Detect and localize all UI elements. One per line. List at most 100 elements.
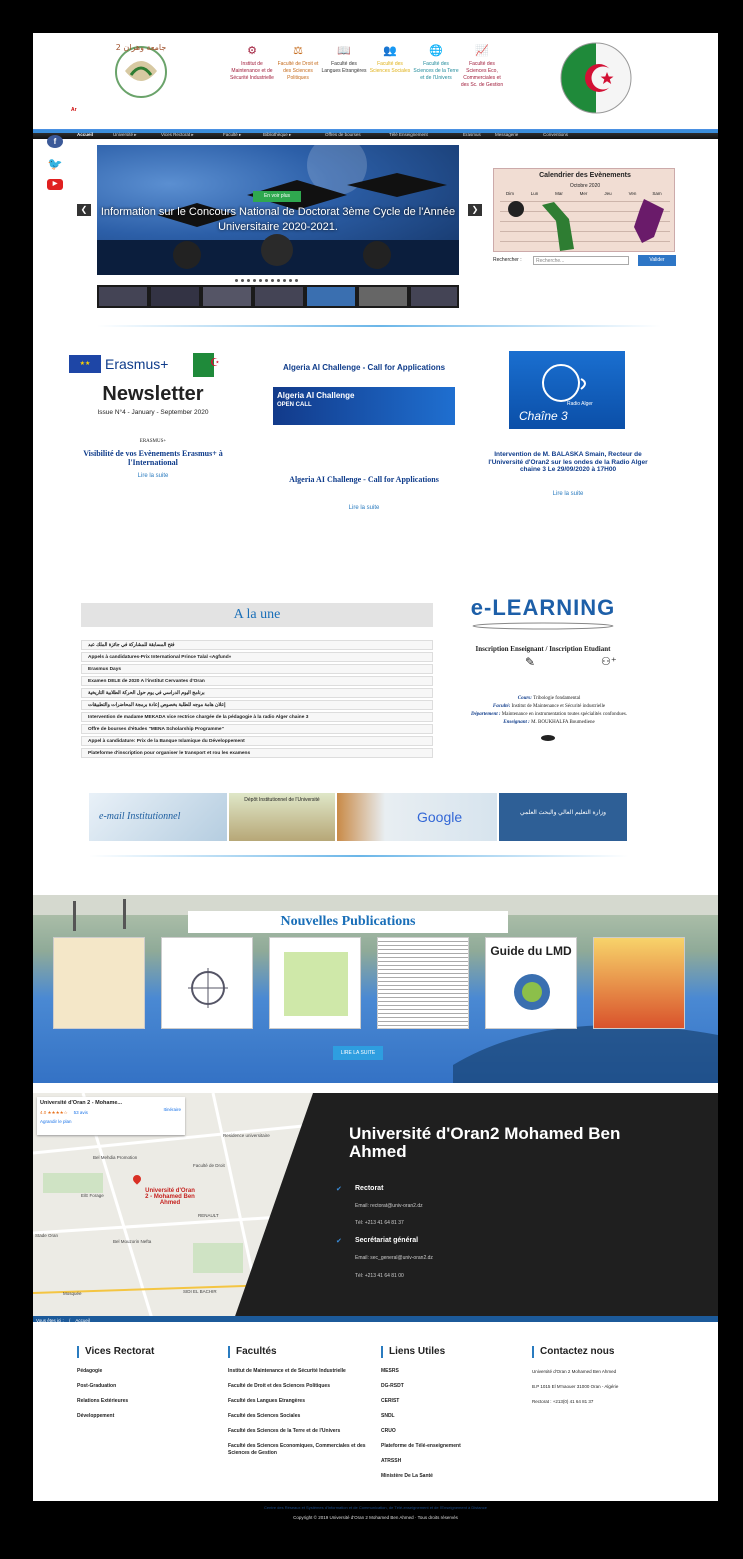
footer-link[interactable]: CERIST <box>381 1398 521 1405</box>
sg-email[interactable]: Email: sec_general@univ-oran2.dz <box>355 1255 433 1261</box>
footer-link[interactable]: MESRS <box>381 1368 521 1375</box>
calendar-day-header: Mar <box>555 191 563 196</box>
banner-ministry[interactable]: وزارة التعليم العالي والبحث العلمي <box>499 793 627 841</box>
search-submit-button[interactable]: Valider <box>638 255 676 266</box>
university-logo[interactable]: جامعة وهران 2 <box>111 41 171 99</box>
youtube-icon[interactable]: ▶ <box>47 179 63 190</box>
a-la-une-item[interactable]: إعلان هامة موجه للطلبة بخصوص إعادة برمجة… <box>81 700 433 710</box>
nav-item[interactable]: Messagerie <box>495 132 518 137</box>
slider-dots[interactable] <box>233 277 333 284</box>
footer-link[interactable]: Université d'Oran 2 Mohamed Ben Ahmed <box>532 1368 692 1375</box>
publication-book-3[interactable] <box>269 937 361 1029</box>
a-la-une-item[interactable]: Intervention de madame MEKADA vice rectr… <box>81 712 433 722</box>
graduation-cap-icon <box>541 735 555 741</box>
footer-link[interactable]: Faculté de Droit et des Sciences Politiq… <box>228 1383 368 1390</box>
news-card-radio[interactable]: Radio Alger Chaîne 3 Intervention de M. … <box>481 351 655 521</box>
slider-thumbnails[interactable] <box>97 285 459 308</box>
main-navigation: Accueil Université ▸ Vices Rectorat ▸ Facul… <box>33 129 718 139</box>
twitter-icon[interactable]: 🐦 <box>47 158 63 171</box>
footer-link[interactable]: Faculté des Sciences de la Terre et de l… <box>228 1428 368 1435</box>
rectorat-email[interactable]: Email: rectorat@univ-oran2.dz <box>355 1203 423 1209</box>
a-la-une-item[interactable]: فتح المسابقة للمشاركة في جائزة الملك عبد <box>81 640 433 650</box>
footer-link[interactable]: Pédagogie <box>77 1368 217 1375</box>
a-la-une-item[interactable]: Offre de bourses d'études "MENA Scholars… <box>81 724 433 734</box>
footer-link[interactable]: Faculté des Sciences Economiques, Commer… <box>228 1443 368 1457</box>
footer-link[interactable]: ATRSSH <box>381 1458 521 1465</box>
read-more-publications-button[interactable]: LIRE LA SUITE <box>333 1046 383 1060</box>
publication-book-2[interactable] <box>161 937 253 1029</box>
banner-email-label: e-mail Institutionnel <box>99 811 181 822</box>
elearning-inscription[interactable]: Inscription Enseignant / Inscription Etu… <box>423 645 663 653</box>
slide-caption[interactable]: Information sur le Concours National de … <box>97 205 459 235</box>
a-la-une-item[interactable]: Appel à candidature: Prix de la Banque I… <box>81 736 433 746</box>
map-enlarge-link[interactable]: Agrandir le plan <box>40 1119 182 1124</box>
banner-google[interactable]: Google <box>337 793 497 841</box>
publication-book-6[interactable] <box>593 937 685 1029</box>
footer-link[interactable]: Plateforme de Télé-enseignement <box>381 1443 521 1450</box>
faculty-link[interactable]: ⚖ Faculté de Droit et des Sciences Politi… <box>275 45 321 82</box>
nav-item[interactable]: Université ▸ <box>113 132 137 138</box>
banner-depot[interactable]: Dépôt Institutionnel de l'Université <box>229 793 335 841</box>
footer-link[interactable]: Relations Extérieures <box>77 1398 217 1405</box>
nav-item[interactable]: Bibliothèque ▸ <box>263 132 291 138</box>
publication-book-1[interactable] <box>53 937 145 1029</box>
footer-link[interactable]: Faculté des Sciences Sociales <box>228 1413 368 1420</box>
news-card-ai-challenge[interactable]: Algeria AI Challenge - Call for Applicat… <box>269 363 459 533</box>
nav-item[interactable]: Vices Rectorat ▸ <box>161 132 194 138</box>
nav-item[interactable]: Télé Enseignement <box>389 132 428 137</box>
edit-icon[interactable]: ✎ <box>525 655 535 669</box>
nav-item[interactable]: Erasmus <box>463 132 481 137</box>
footer-link[interactable]: B.P 1015 El M'naouer 31000 Oran - Algéri… <box>532 1383 692 1390</box>
news-card-erasmus[interactable]: ★★ Erasmus+ ☪ Newsletter Issue N°4 - Jan… <box>63 351 243 521</box>
events-calendar[interactable]: Calendrier des Evènements Octobre 2020 D… <box>493 168 675 252</box>
faculty-link[interactable]: 🌐 Faculté des Sciences de la Terre et de … <box>413 45 459 82</box>
a-la-une-item[interactable]: Examen DELE de 2020 A l'institut Cervant… <box>81 676 433 686</box>
publication-book-4[interactable] <box>377 937 469 1029</box>
nav-item[interactable]: Offres de bourses <box>325 132 361 137</box>
a-la-une-item[interactable]: Erasmus Days <box>81 664 433 674</box>
nav-item[interactable]: Faculté ▸ <box>223 132 241 138</box>
slider-next-arrow[interactable]: ❯ <box>468 204 482 216</box>
add-user-icon[interactable]: ⚇⁺ <box>601 655 617 668</box>
footer-link[interactable]: Post-Graduation <box>77 1383 217 1390</box>
a-la-une-item[interactable]: برنامج اليوم الدراسي في يوم حول الحركة ا… <box>81 688 433 698</box>
see-more-button[interactable]: En voir plus <box>253 191 301 202</box>
news-title[interactable]: Intervention de M. BALASKA Smain, Recteu… <box>485 451 651 474</box>
footer-link[interactable]: Faculté des Langues Etrangères <box>228 1398 368 1405</box>
faculty-link[interactable]: 📈 Faculté des Sciences Eco, Commerciales … <box>459 45 505 89</box>
footer-link[interactable]: Institut de Maintenance et de Sécurité I… <box>228 1368 368 1375</box>
search-input[interactable]: Recherche... <box>533 256 629 265</box>
faculty-link[interactable]: 📖 Faculté des Langues Etrangères <box>321 45 367 75</box>
footer-link[interactable]: CRUO <box>381 1428 521 1435</box>
publication-book-5[interactable]: Guide du LMD <box>485 937 577 1029</box>
cours-label: Cours: <box>517 696 532 701</box>
map-reviews[interactable]: 53 avis <box>74 1110 88 1115</box>
nav-item[interactable]: Accueil <box>77 132 93 137</box>
facebook-icon[interactable]: f <box>47 135 63 148</box>
read-more-link[interactable]: Lire la suite <box>481 491 655 497</box>
elearning-logo[interactable]: e-LEARNING <box>443 595 643 635</box>
enseignant-value: M. BOUKHALFA Boumediene <box>531 720 595 725</box>
news-title[interactable]: Algeria AI Challenge - Call for Applicat… <box>283 475 445 484</box>
news-slider[interactable]: En voir plus Information sur le Concours… <box>97 145 459 275</box>
a-la-une-item[interactable]: Appels à candidatures-Prix International… <box>81 652 433 662</box>
footer-link[interactable]: DG-RSDT <box>381 1383 521 1390</box>
map-directions-button[interactable]: Itinéraire <box>163 1107 181 1112</box>
read-more-link[interactable]: Lire la suite <box>269 505 459 511</box>
language-switch[interactable]: Ar <box>71 107 77 113</box>
banner-email[interactable]: e-mail Institutionnel <box>89 793 227 841</box>
slider-prev-arrow[interactable]: ❮ <box>77 204 91 216</box>
map-label: RENAULT <box>198 1213 219 1218</box>
faculty-link[interactable]: 👥 Faculté des Sciences Sociales <box>367 45 413 75</box>
footer-link[interactable]: SNDL <box>381 1413 521 1420</box>
news-title[interactable]: Visibilité de vos Evènements Erasmus+ à … <box>73 449 233 467</box>
footer-link[interactable]: Développement <box>77 1413 217 1420</box>
footer-link[interactable]: Rectorat : +213(0) 41 64 81 37 <box>532 1398 692 1405</box>
a-la-une-item[interactable]: Plateforme d'inscription pour organiser … <box>81 748 433 758</box>
footer-link[interactable]: Ministère De La Santé <box>381 1473 521 1480</box>
faculty-link[interactable]: ⚙ Institut de Maintenance et de Sécurité … <box>229 45 275 82</box>
map-info-card[interactable]: Université d'Oran 2 - Mohame... 4.0 ★★★★… <box>37 1097 185 1135</box>
footer-credits[interactable]: Centre des Réseaux et Systèmes d'Informa… <box>33 1501 718 1513</box>
nav-item[interactable]: Conventions <box>543 132 568 137</box>
read-more-link[interactable]: Lire la suite <box>63 473 243 479</box>
